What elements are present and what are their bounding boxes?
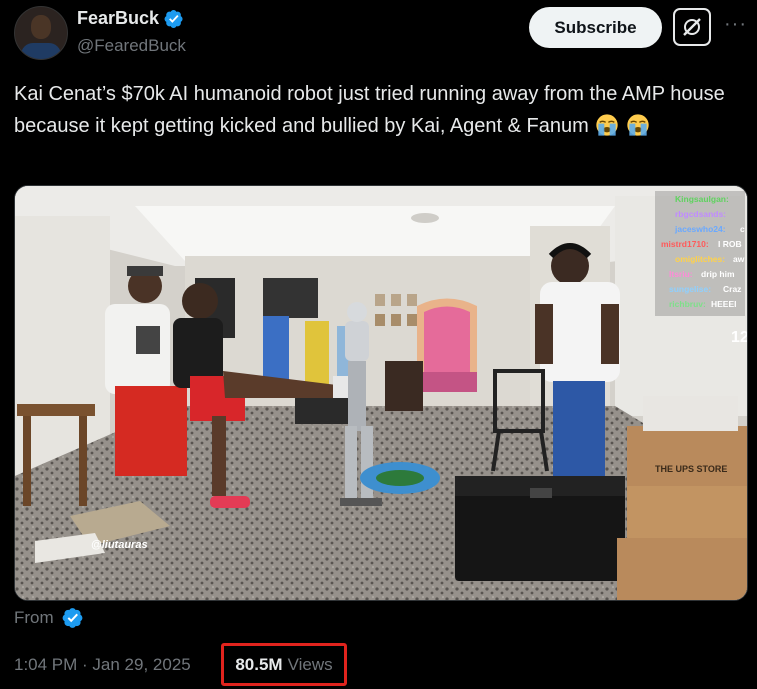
from-row: From bbox=[14, 607, 84, 629]
views-label: Views bbox=[287, 654, 333, 674]
more-icon[interactable]: ··· bbox=[724, 14, 747, 34]
avatar[interactable] bbox=[14, 6, 68, 60]
video-watermark: @liutauras bbox=[91, 539, 148, 551]
chat-line-5-msg: aw bbox=[733, 254, 745, 264]
chat-line-7-user: sungelise: bbox=[669, 284, 711, 294]
video-frame: Kingsaulgan: rbgcdsands: jaceswho24: c m… bbox=[15, 186, 747, 600]
chat-line-8-msg: HEEEI bbox=[711, 299, 737, 309]
chat-line-4-user: mistrd1710: bbox=[661, 239, 709, 249]
chat-line-8-user: richbruv: bbox=[669, 299, 706, 309]
grok-icon bbox=[683, 18, 701, 36]
video-media[interactable]: Kingsaulgan: rbgcdsands: jaceswho24: c m… bbox=[14, 185, 748, 601]
chat-line-6-msg: drip him bbox=[701, 269, 735, 279]
chat-line-4-msg: I ROB bbox=[718, 239, 742, 249]
chat-line-3-msg: c bbox=[740, 224, 745, 234]
verified-badge-icon bbox=[62, 608, 83, 628]
subscribe-button[interactable]: Subscribe bbox=[529, 7, 662, 48]
chat-line-7-msg: Craz bbox=[723, 284, 741, 294]
loudly-crying-face-emoji bbox=[596, 114, 619, 136]
ups-store-label: THE UPS STORE bbox=[655, 464, 727, 474]
chat-line-3-user: jaceswho24: bbox=[674, 224, 726, 234]
author-name-row: FearBuck bbox=[77, 8, 184, 29]
chat-line-5-user: omiglitches: bbox=[675, 254, 725, 264]
author-display-name[interactable]: FearBuck bbox=[77, 8, 159, 29]
timestamp[interactable]: 1:04 PM · Jan 29, 2025 bbox=[14, 655, 191, 675]
chat-line-6-user: Itsriu: bbox=[669, 269, 693, 279]
views-count: 80.5M bbox=[235, 654, 283, 674]
chat-line-1: Kingsaulgan: bbox=[675, 194, 729, 204]
tweet-text: Kai Cenat’s $70k AI humanoid robot just … bbox=[14, 78, 734, 142]
tweet-body: Kai Cenat’s $70k AI humanoid robot just … bbox=[14, 83, 725, 137]
verified-badge-icon bbox=[164, 9, 183, 28]
grok-button[interactable] bbox=[673, 8, 711, 46]
views-highlight[interactable]: 80.5M Views bbox=[221, 643, 347, 686]
author-handle[interactable]: @FearedBuck bbox=[77, 36, 186, 56]
loudly-crying-face-emoji bbox=[627, 114, 649, 136]
chat-line-2: rbgcdsands: bbox=[675, 209, 726, 219]
from-label: From bbox=[14, 608, 54, 627]
stream-number: 12 bbox=[731, 329, 747, 346]
